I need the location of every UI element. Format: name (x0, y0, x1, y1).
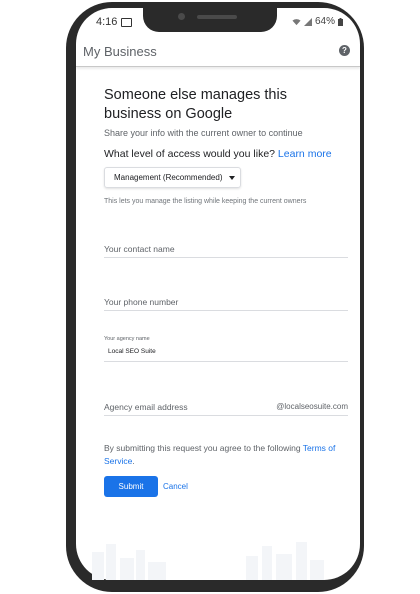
camera-icon (178, 13, 185, 20)
help-circle-icon[interactable]: ? (339, 45, 350, 56)
app-bar: My Business ? (76, 36, 360, 67)
page-subtitle: Share your info with the current owner t… (104, 128, 303, 138)
email-domain-suffix: @localseosuite.com (276, 402, 348, 411)
dropdown-arrow-icon (228, 175, 235, 180)
agency-name-value: Local SEO Suite (108, 348, 156, 355)
cancel-button[interactable]: Cancel (163, 482, 188, 491)
app-title: My Business (83, 44, 157, 59)
battery-icon (338, 17, 344, 26)
terms-notice: By submitting this request you agree to … (104, 442, 348, 468)
terms-text: By submitting this request you agree to … (104, 443, 303, 453)
access-question-text: What level of access would you like? (104, 148, 275, 160)
image-notification-icon (121, 17, 133, 27)
access-level-select[interactable]: Management (Recommended) (104, 167, 241, 188)
contact-name-field[interactable]: Your contact name (104, 244, 348, 258)
status-time-text: 4:16 (96, 16, 118, 28)
access-question: What level of access would you like? Lea… (104, 148, 332, 160)
access-hint: This lets you manage the listing while k… (104, 198, 307, 205)
access-level-value: Management (Recommended) (114, 173, 223, 182)
phone-number-placeholder: Your phone number (104, 297, 179, 307)
battery-percent: 64% (315, 16, 336, 27)
speaker-grille (197, 15, 237, 19)
status-time: 4:16 (96, 16, 133, 28)
page-title: Someone else manages this business on Go… (104, 87, 287, 122)
agency-name-field[interactable]: Your agency name Local SEO Suite (104, 336, 348, 362)
phone-notch (143, 8, 277, 32)
submit-button[interactable]: Submit (104, 476, 158, 497)
signal-icon (304, 17, 312, 26)
learn-more-link[interactable]: Learn more (278, 148, 332, 160)
wifi-icon (292, 18, 301, 25)
agency-name-label: Your agency name (104, 336, 150, 342)
phone-number-field[interactable]: Your phone number (104, 297, 348, 311)
status-indicators: 64% (292, 16, 344, 27)
city-skyline-illustration (92, 542, 324, 580)
contact-name-placeholder: Your contact name (104, 244, 175, 254)
terms-end: . (132, 456, 135, 466)
agency-email-field[interactable]: Agency email address @localseosuite.com (104, 402, 348, 416)
